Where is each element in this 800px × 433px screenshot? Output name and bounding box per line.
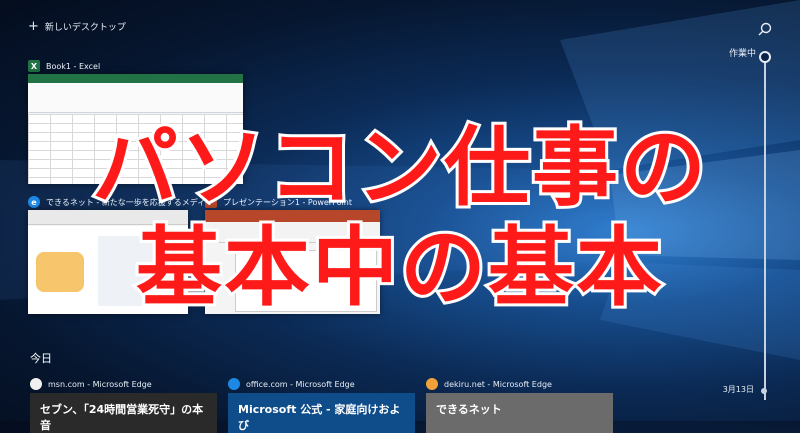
timeline-section-today: 今日 (30, 352, 52, 365)
overlay-headline-line2: 基本中の基本 (133, 218, 665, 318)
activity-source-dekiru: dekiru.net - Microsoft Edge (426, 378, 552, 390)
window-title-excel[interactable]: X Book1 - Excel (28, 60, 100, 72)
activity-title: Microsoft 公式 - 家庭向けおよび (238, 403, 401, 432)
search-icon[interactable] (758, 22, 772, 36)
excel-icon: X (28, 60, 40, 72)
activity-card-dekiru[interactable]: できるネット (426, 393, 613, 433)
activity-source-text: office.com - Microsoft Edge (246, 379, 355, 389)
msn-icon (30, 378, 42, 390)
activity-card-msn[interactable]: セブン、「24時間営業死守」の本音 (30, 393, 217, 433)
activity-card-office[interactable]: Microsoft 公式 - 家庭向けおよび (228, 393, 415, 433)
edge-icon (228, 378, 240, 390)
activity-title: できるネット (436, 403, 502, 416)
activity-source-office: office.com - Microsoft Edge (228, 378, 355, 390)
excel-ribbon (28, 74, 243, 113)
dekiru-icon (426, 378, 438, 390)
activity-source-text: dekiru.net - Microsoft Edge (444, 379, 552, 389)
timeline-now-label: 作業中 (728, 49, 756, 59)
new-desktop-button[interactable]: + 新しいデスクトップ (28, 20, 126, 33)
activity-title: セブン、「24時間営業死守」の本音 (40, 403, 204, 432)
window-title-text: Book1 - Excel (46, 61, 101, 71)
new-desktop-label: 新しいデスクトップ (44, 23, 126, 33)
overlay-headline-line1: パソコン仕事の (89, 118, 709, 218)
activity-source-text: msn.com - Microsoft Edge (48, 379, 152, 389)
activity-source-msn: msn.com - Microsoft Edge (30, 378, 152, 390)
plus-icon: + (28, 19, 39, 34)
timeline-date-marker[interactable] (761, 388, 767, 394)
timeline-date-label: 3月13日 (722, 385, 754, 394)
timeline-knob[interactable] (759, 51, 771, 63)
